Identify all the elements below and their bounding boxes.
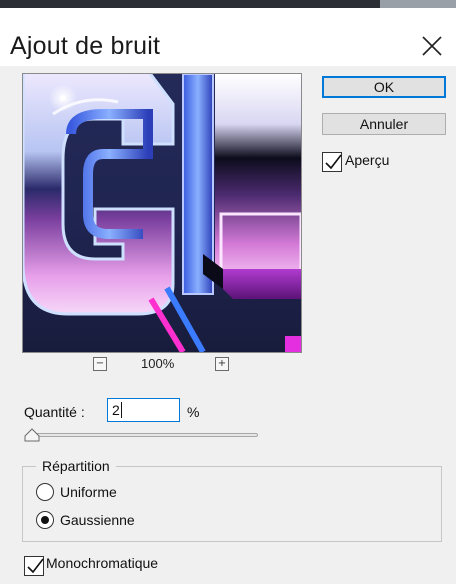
radio-gaussian[interactable] [35,510,55,530]
distribution-group [22,466,442,542]
dialog-title: Ajout de bruit [10,32,161,60]
checkmark-icon [27,558,44,574]
zoom-controls: − 100% + [0,356,320,375]
background-app-strip [0,0,380,8]
preview-checkbox[interactable] [322,152,342,172]
radio-uniform-label: Uniforme [60,484,117,500]
dialog-titlebar[interactable]: Ajout de bruit [0,8,456,66]
cancel-button[interactable]: Annuler [322,113,446,135]
amount-value: 2 [112,402,120,418]
amount-label: Quantité : [24,404,85,420]
monochrome-checkbox[interactable] [24,556,44,576]
preview-image[interactable] [22,73,302,353]
close-icon[interactable] [418,32,446,60]
text-caret [120,402,122,418]
distribution-title: Répartition [36,458,116,474]
preview-checkbox-label: Aperçu [345,152,390,168]
ok-button[interactable]: OK [322,76,446,98]
amount-input[interactable]: 2 [107,398,180,422]
radio-uniform[interactable] [35,482,55,502]
radio-gaussian-label: Gaussienne [60,512,135,528]
window-top-strip [0,0,456,8]
amount-slider-thumb[interactable] [24,428,40,442]
zoom-level: 100% [141,356,175,371]
monochrome-label: Monochromatique [46,555,159,571]
zoom-out-button[interactable]: − [93,357,107,371]
amount-unit: % [187,404,200,420]
amount-slider-track[interactable] [28,433,258,437]
zoom-in-button[interactable]: + [215,357,229,371]
checkmark-icon [325,154,342,170]
